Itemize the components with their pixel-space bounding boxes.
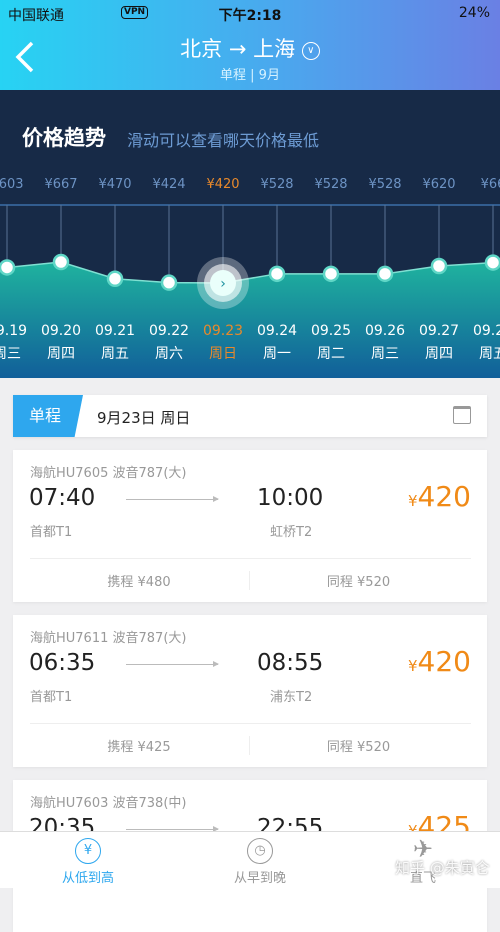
route-subtitle: 单程 | 9月 [220, 68, 280, 83]
price-label: ¥424 [152, 177, 185, 192]
airline-info: 海航HU7603 波音738(中) [30, 796, 187, 811]
price-label: ¥667 [44, 177, 77, 192]
flight-card[interactable]: 海航HU7605 波音787(大) 07:40 10:00 ¥420 首都T1 … [13, 450, 487, 602]
date-label: 09.27 [419, 323, 459, 339]
header: 中国联通 VPN 下午2:18 24% 北京 → 上海 ∨ 单程 | 9月 [0, 0, 500, 90]
route-text: 北京 → 上海 [180, 37, 296, 61]
arrow-icon [126, 496, 219, 502]
price-label: ¥603 [0, 177, 24, 192]
arrow-icon [126, 826, 219, 832]
route-title[interactable]: 北京 → 上海 ∨ [0, 33, 500, 63]
price-label: ¥528 [314, 177, 347, 192]
airline-info: 海航HU7611 波音787(大) [30, 631, 187, 646]
arrival-time: 08:55 [257, 650, 324, 676]
clock: 下午2:18 [218, 8, 282, 24]
data-point [160, 274, 178, 291]
data-point [376, 265, 394, 283]
date-label: 09.28 [473, 323, 500, 339]
status-bar: 中国联通 VPN 下午2:18 24% [0, 4, 500, 24]
weekday-label: 周三 [371, 346, 399, 362]
yen-icon: ¥ [75, 838, 101, 864]
date-label: 09.25 [311, 323, 351, 339]
data-point [52, 253, 70, 271]
price-label: ¥66 [481, 177, 500, 192]
data-point [0, 259, 16, 276]
arrival-airport: 虹桥T2 [270, 525, 313, 540]
date-bar: 单程 9月23日 周日 [13, 395, 487, 437]
currency: ¥ [408, 492, 418, 510]
tab-label: 从早到晚 [233, 871, 286, 886]
chevron-down-circle-icon[interactable]: ∨ [301, 42, 320, 60]
date-label: 09.26 [365, 323, 405, 339]
arrow-icon [126, 661, 219, 667]
departure-airport: 首都T1 [30, 525, 73, 540]
date-label: 09.21 [95, 323, 135, 339]
arrival-time: 10:00 [257, 485, 324, 511]
clock-icon: ◷ [247, 838, 273, 864]
departure-airport: 首都T1 [30, 690, 73, 705]
price-label: ¥620 [422, 177, 455, 192]
arrival-airport: 浦东T2 [270, 690, 313, 705]
airline-info: 海航HU7605 波音787(大) [30, 466, 187, 481]
weekday-label: 周一 [263, 346, 291, 362]
weekday-label: 周六 [155, 346, 183, 362]
date-label: 09.22 [149, 323, 189, 339]
ota-tongcheng[interactable]: 同程 ¥520 [249, 736, 467, 755]
divider [30, 723, 471, 724]
price-trend[interactable]: 价格趋势 滑动可以查看哪天价格最低 ¥60309.19周三¥66709.20周四… [0, 90, 500, 378]
departure-time: 07:40 [29, 485, 96, 511]
price-value: 420 [417, 645, 471, 678]
weekday-label: 周五 [479, 346, 500, 362]
data-point [106, 270, 124, 287]
watermark: 知乎 @朱寅仑 [395, 859, 490, 877]
weekday-label: 周三 [0, 346, 21, 362]
currency: ¥ [408, 657, 418, 675]
calendar-icon[interactable] [453, 406, 471, 424]
departure-time: 06:35 [29, 650, 96, 676]
tab-label: 从低到高 [61, 871, 114, 886]
weekday-label: 周四 [47, 346, 75, 362]
price-label: ¥420 [206, 177, 239, 192]
price-label: ¥528 [260, 177, 293, 192]
price-value: 420 [417, 480, 471, 513]
date-label: 09.24 [257, 323, 297, 339]
weekday-label: 周二 [317, 346, 345, 362]
ota-tongcheng[interactable]: 同程 ¥520 [249, 571, 467, 590]
weekday-label: 周日 [209, 346, 237, 362]
divider [30, 558, 471, 559]
date-label: 09.23 [203, 323, 243, 339]
price-label: ¥528 [368, 177, 401, 192]
date-label: 09.20 [41, 323, 81, 339]
tab-early-late[interactable]: ◷ 从早到晚 [177, 832, 343, 889]
chevron-right-icon: › [220, 276, 226, 292]
battery: 24% [458, 5, 490, 21]
data-point [484, 254, 500, 271]
flight-card[interactable]: 海航HU7611 波音787(大) 06:35 08:55 ¥420 首都T1 … [13, 615, 487, 767]
weekday-label: 周五 [101, 346, 129, 362]
weekday-label: 周四 [425, 346, 453, 362]
price: ¥420 [408, 480, 471, 513]
trend-chart[interactable]: ¥603 09.19 周三 ¥667 09.20 周四 ¥470 09.21 周五 ¥424 09.… [0, 90, 500, 378]
selected-date: 9月23日 周日 [97, 409, 191, 427]
date-label: 09.19 [0, 323, 27, 339]
ota-ctrip[interactable]: 携程 ¥480 [30, 571, 248, 590]
tab-price-low-high[interactable]: ¥ 从低到高 [5, 832, 171, 889]
data-point [268, 265, 286, 283]
trip-type-tag: 单程 [13, 395, 83, 437]
ota-ctrip[interactable]: 携程 ¥425 [30, 736, 248, 755]
price: ¥420 [408, 645, 471, 678]
data-point [322, 265, 340, 283]
price-label: ¥470 [98, 177, 131, 192]
data-point [430, 257, 448, 275]
